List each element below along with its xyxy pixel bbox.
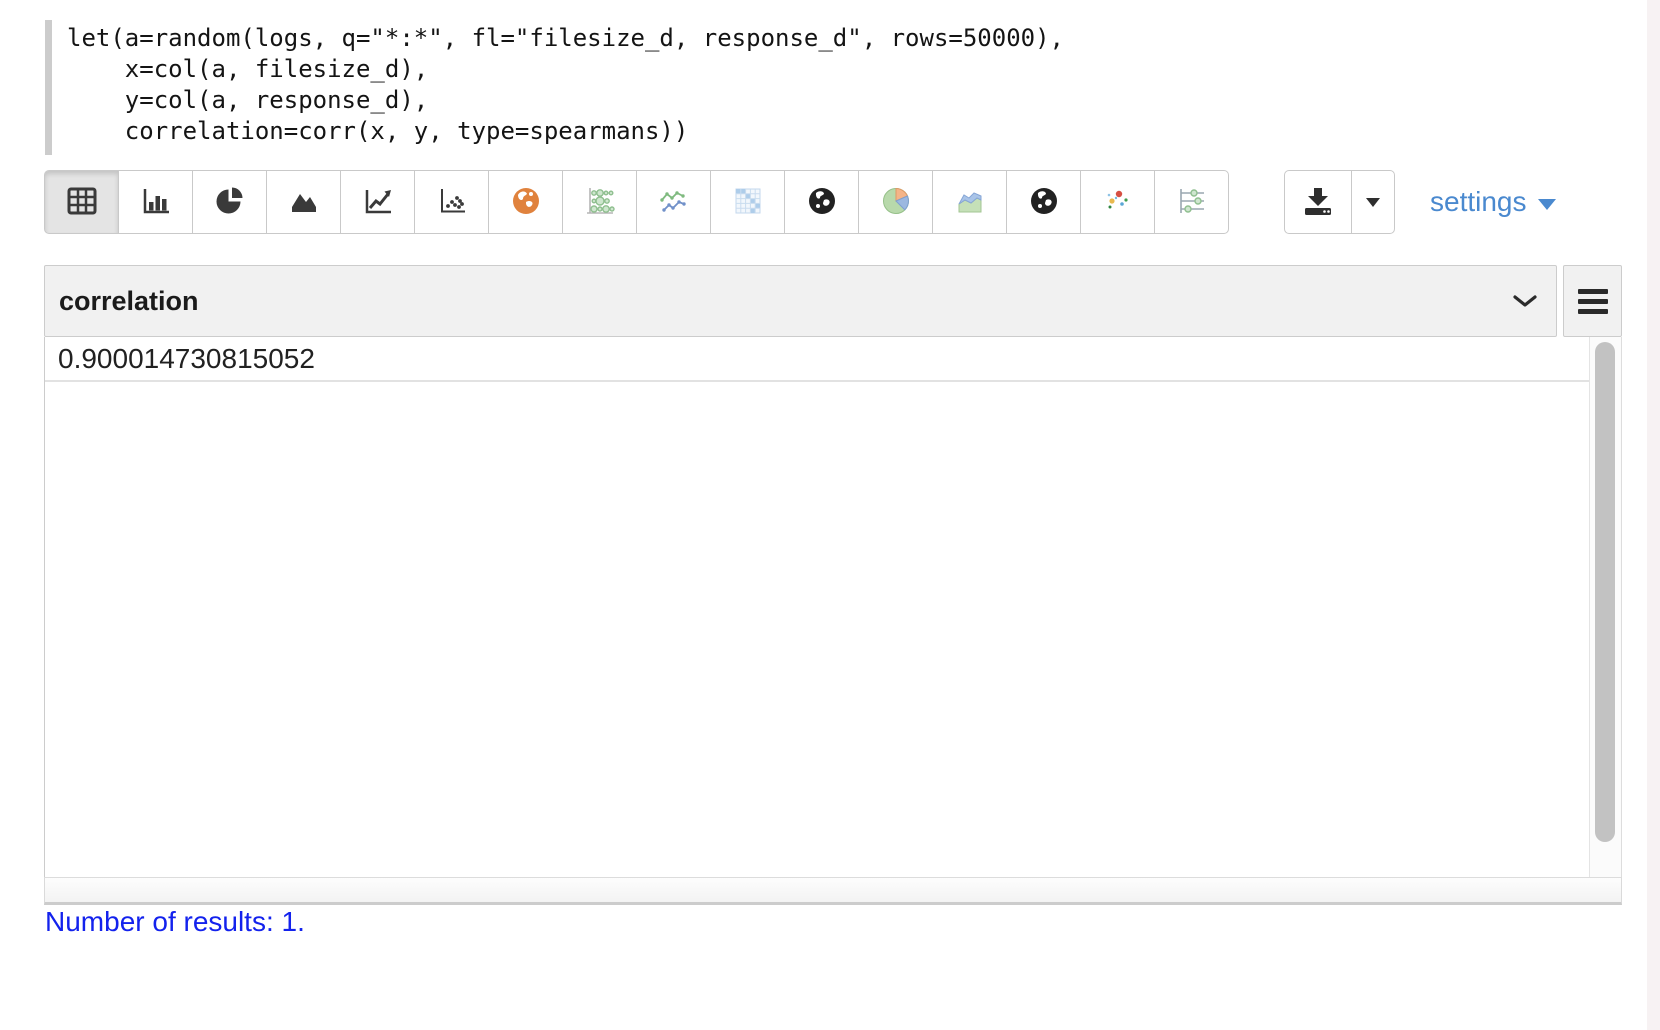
results-count: Number of results: 1. (45, 903, 305, 941)
code-block: let(a=random(logs, q="*:*", fl="filesize… (45, 20, 1064, 155)
hamburger-icon (1578, 289, 1608, 294)
code-line: let(a=random(logs, q="*:*", fl="filesize… (67, 23, 1064, 54)
heatmap-icon (732, 185, 764, 220)
chevron-down-icon (1512, 294, 1538, 313)
line-chart-icon (363, 186, 393, 219)
result-panel: correlation 0.900014730815052 (44, 265, 1622, 905)
scatter-chart-icon (437, 186, 467, 219)
page-scrollbar[interactable] (1647, 0, 1660, 1030)
result-panel-footer (44, 877, 1622, 905)
visualization-toolbar: settings (44, 170, 1644, 234)
settings-link[interactable]: settings (1430, 170, 1556, 234)
result-panel-header[interactable]: correlation (44, 265, 1557, 337)
chart-type-group (44, 170, 1229, 234)
globe-map-button[interactable] (784, 170, 859, 234)
line-chart-button[interactable] (340, 170, 415, 234)
pie-chart-button[interactable] (192, 170, 267, 234)
code-line: correlation=corr(x, y, type=spearmans)) (67, 116, 1064, 147)
colored-pie-chart-button[interactable] (858, 170, 933, 234)
scatter-chart-button[interactable] (414, 170, 489, 234)
world-map-button[interactable] (488, 170, 563, 234)
sliders-chart-button[interactable] (1154, 170, 1229, 234)
result-row: 0.900014730815052 (45, 337, 1590, 382)
colored-scatter-button[interactable] (1080, 170, 1155, 234)
bar-chart-icon (141, 186, 171, 219)
scatter-color-icon (1102, 185, 1134, 220)
result-value: 0.900014730815052 (58, 343, 315, 375)
bubble-matrix-icon (584, 185, 616, 220)
vertical-scrollbar[interactable] (1589, 337, 1621, 877)
multi-line-chart-icon (658, 185, 690, 220)
area-chart-icon (289, 186, 319, 219)
bubble-matrix-button[interactable] (562, 170, 637, 234)
pie-chart-icon (215, 186, 245, 219)
caret-down-icon (1366, 195, 1380, 210)
download-button[interactable] (1284, 170, 1352, 234)
globe-map-button-2[interactable] (1006, 170, 1081, 234)
globe-dark-icon (806, 185, 838, 220)
area-chart-button[interactable] (266, 170, 341, 234)
result-panel-body: 0.900014730815052 (44, 337, 1622, 877)
multi-line-chart-button[interactable] (636, 170, 711, 234)
bar-chart-button[interactable] (118, 170, 193, 234)
table-view-button[interactable] (44, 170, 119, 234)
pie-color-icon (880, 185, 912, 220)
area-color-icon (954, 185, 986, 220)
caret-down-icon (1538, 199, 1556, 210)
panel-menu-button[interactable] (1563, 265, 1622, 337)
download-group (1285, 170, 1395, 234)
panel-title: correlation (59, 286, 199, 317)
download-icon (1301, 185, 1335, 220)
sliders-icon (1176, 185, 1208, 220)
download-caret-button[interactable] (1351, 170, 1395, 234)
heatmap-chart-button[interactable] (710, 170, 785, 234)
colored-area-chart-button[interactable] (932, 170, 1007, 234)
scrollbar-thumb[interactable] (1595, 342, 1615, 842)
globe-orange-icon (510, 185, 542, 220)
globe-dark-icon (1028, 185, 1060, 220)
code-line: x=col(a, filesize_d), (67, 54, 1064, 85)
table-icon (67, 187, 97, 218)
settings-label: settings (1430, 186, 1527, 218)
code-line: y=col(a, response_d), (67, 85, 1064, 116)
